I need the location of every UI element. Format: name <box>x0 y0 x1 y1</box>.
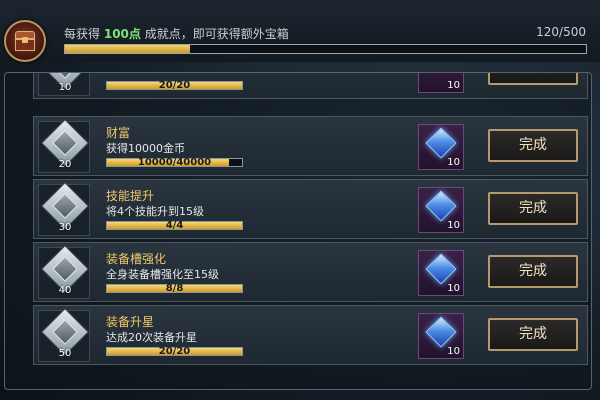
reward-quantity: 10 <box>447 346 460 357</box>
blue-gem-icon <box>425 316 457 348</box>
achievement-title: 装备升星 <box>106 315 155 329</box>
achievement-description: 获得10000金币 <box>106 142 185 155</box>
list-item-achievement: 40 装备槽强化 全身装备槽强化至15级 8/8 10 完成 <box>33 242 588 302</box>
achievement-title: 技能提升 <box>106 189 155 203</box>
achievement-points-count: 120/500 <box>536 25 586 39</box>
reward-slot[interactable]: 10 <box>418 124 464 170</box>
complete-button[interactable]: 完成 <box>488 318 578 351</box>
badge-level: 40 <box>58 285 72 296</box>
achievement-list[interactable]: 10 20/20 10 完成 20 财富 获得10000金币 10000/400… <box>4 72 592 390</box>
achievement-description: 全身装备槽强化至15级 <box>106 268 219 281</box>
complete-button[interactable]: 完成 <box>488 255 578 288</box>
list-item-achievement: 50 装备升星 达成20次装备升星 20/20 10 完成 <box>33 305 588 365</box>
progress-text: 10000/40000 <box>137 157 212 168</box>
progress-bar: 8/8 <box>106 283 243 294</box>
achievement-description: 将4个技能升到15级 <box>106 205 204 218</box>
reward-slot[interactable]: 10 <box>418 73 464 93</box>
hint-suffix: 成就点，即可获得额外宝箱 <box>144 27 289 41</box>
achievement-points-bar <box>64 44 587 54</box>
level-badge: 10 <box>38 73 90 96</box>
progress-text: 8/8 <box>165 283 184 294</box>
badge-level: 50 <box>58 348 72 359</box>
progress-bar: 4/4 <box>106 220 243 231</box>
reward-quantity: 10 <box>447 283 460 294</box>
complete-button[interactable]: 完成 <box>488 73 578 85</box>
badge-level: 20 <box>58 159 72 170</box>
progress-bar: 20/20 <box>106 346 243 357</box>
list-item-partial: 10 20/20 10 完成 <box>33 73 588 99</box>
reward-quantity: 10 <box>447 220 460 231</box>
level-badge: 40 <box>38 244 90 299</box>
list-item-achievement: 20 财富 获得10000金币 10000/40000 10 完成 <box>33 116 588 176</box>
progress-text: 20/20 <box>158 346 191 357</box>
level-badge: 50 <box>38 307 90 362</box>
level-badge: 20 <box>38 118 90 173</box>
badge-level: 30 <box>58 222 72 233</box>
achievement-header: 每获得 100点 成就点，即可获得额外宝箱 120/500 <box>0 0 600 62</box>
hint-points: 100点 <box>103 27 141 41</box>
achievement-description: 达成20次装备升星 <box>106 331 197 344</box>
reward-slot[interactable]: 10 <box>418 313 464 359</box>
bonus-hint: 每获得 100点 成就点，即可获得额外宝箱 <box>64 25 289 42</box>
complete-button[interactable]: 完成 <box>488 129 578 162</box>
progress-text: 4/4 <box>165 220 184 231</box>
badge-level: 10 <box>58 82 72 93</box>
reward-slot[interactable]: 10 <box>418 187 464 233</box>
progress-text: 20/20 <box>158 80 191 91</box>
achievement-title: 财富 <box>106 126 131 140</box>
reward-quantity: 10 <box>447 157 460 168</box>
blue-gem-icon <box>425 190 457 222</box>
progress-bar: 20/20 <box>106 80 243 91</box>
blue-gem-icon <box>425 127 457 159</box>
treasure-chest-icon[interactable] <box>4 20 46 62</box>
blue-gem-icon <box>425 253 457 285</box>
reward-quantity: 10 <box>447 80 460 91</box>
level-badge: 30 <box>38 181 90 236</box>
achievement-points-bar-fill <box>65 45 191 53</box>
hint-prefix: 每获得 <box>64 27 101 41</box>
achievement-title: 装备槽强化 <box>106 252 167 266</box>
reward-slot[interactable]: 10 <box>418 250 464 296</box>
complete-button[interactable]: 完成 <box>488 192 578 225</box>
list-item-achievement: 30 技能提升 将4个技能升到15级 4/4 10 完成 <box>33 179 588 239</box>
progress-bar: 10000/40000 <box>106 157 243 168</box>
